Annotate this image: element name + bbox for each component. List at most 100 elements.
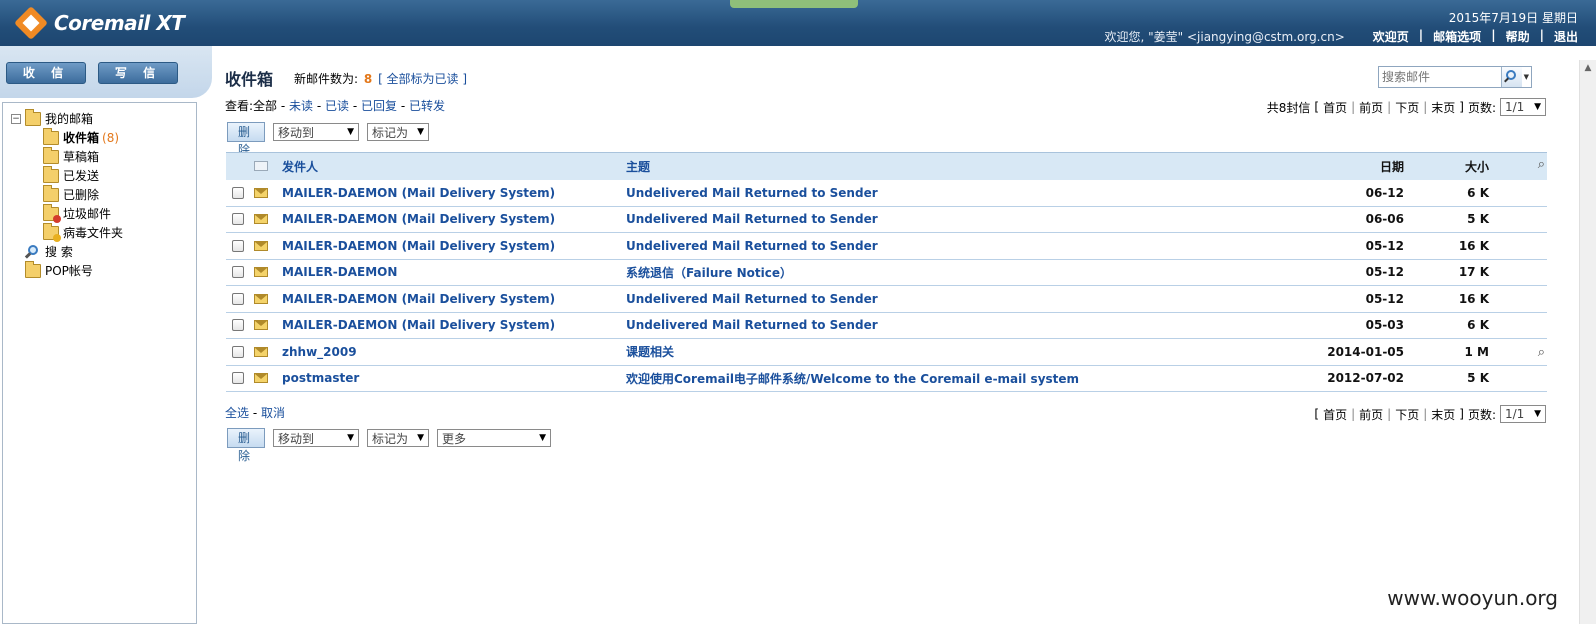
folder-tree: − 我的邮箱 收件箱 (8) 草稿箱 已发送 已删除 垃圾邮件 病毒文件夹 搜 … [11, 108, 124, 280]
delete-button[interactable]: 删 除 [227, 122, 265, 157]
row-subject[interactable]: 欢迎使用Coremail电子邮件系统/Welcome to the Corema… [626, 370, 1196, 387]
row-subject[interactable]: 课题相关 [626, 343, 1196, 360]
row-checkbox[interactable] [232, 319, 244, 332]
table-row[interactable]: MAILER-DAEMON 系统退信（Failure Notice） 05-12 17… [226, 260, 1547, 286]
row-checkbox[interactable] [232, 372, 244, 385]
mark-as-select[interactable]: 标记为 ▼ [367, 123, 429, 141]
row-sender[interactable]: MAILER-DAEMON (Mail Delivery System) [282, 318, 626, 332]
sidebar-item-search[interactable]: 搜 索 [24, 242, 123, 261]
row-checkbox[interactable] [232, 292, 244, 305]
nav-welcome-page[interactable]: 欢迎页 [1373, 28, 1409, 45]
row-sender[interactable]: MAILER-DAEMON (Mail Delivery System) [282, 212, 626, 226]
filter-read[interactable]: 已读 [325, 99, 349, 113]
row-sender[interactable]: MAILER-DAEMON (Mail Delivery System) [282, 239, 626, 253]
sidebar-item-pop[interactable]: POP帐号 [25, 260, 123, 280]
column-from[interactable]: 发件人 [282, 158, 626, 175]
row-sender[interactable]: postmaster [282, 371, 626, 385]
pager-bottom: [ 首页 | 前页 | 下页 | 末页 ] 页数: 1/1 ▼ [1314, 405, 1546, 423]
receive-mail-button[interactable]: 收 信 [6, 62, 86, 84]
row-checkbox[interactable] [232, 345, 244, 358]
first-page-link[interactable]: 首页 [1323, 406, 1347, 423]
next-page-link[interactable]: 下页 [1395, 99, 1419, 116]
row-sender[interactable]: zhhw_2009 [282, 345, 626, 359]
page-select[interactable]: 1/1 ▼ [1500, 98, 1546, 116]
sidebar-item-spam[interactable]: 垃圾邮件 [43, 203, 123, 223]
row-checkbox[interactable] [232, 266, 244, 279]
vertical-scrollbar[interactable]: ▲ [1579, 60, 1596, 624]
envelope-icon [254, 267, 268, 278]
column-date[interactable]: 日期 [1196, 158, 1404, 175]
view-filter: 查看:全部 - 未读 - 已读 - 已回复 - 已转发 [225, 99, 445, 113]
page-select[interactable]: 1/1 ▼ [1500, 405, 1546, 423]
table-row[interactable]: MAILER-DAEMON (Mail Delivery System) Unde… [226, 313, 1547, 339]
row-checkbox[interactable] [232, 239, 244, 252]
sidebar-item-label: 已发送 [63, 169, 100, 183]
envelope-icon [254, 187, 268, 198]
scroll-up-icon[interactable]: ▲ [1580, 60, 1596, 76]
envelope-icon [254, 346, 268, 357]
row-subject[interactable]: Undelivered Mail Returned to Sender [626, 292, 1196, 306]
search-button[interactable] [1501, 67, 1522, 87]
search-input[interactable] [1379, 67, 1501, 87]
row-subject[interactable]: Undelivered Mail Returned to Sender [626, 186, 1196, 200]
table-row[interactable]: zhhw_2009 课题相关 2014-01-05 1 M ⌕ [226, 339, 1547, 366]
sidebar-item-deleted[interactable]: 已删除 [43, 184, 123, 204]
cancel-selection-link[interactable]: 取消 [261, 406, 285, 420]
row-subject[interactable]: 系统退信（Failure Notice） [626, 264, 1196, 281]
envelope-icon [254, 320, 268, 331]
column-size[interactable]: 大小 [1404, 158, 1489, 175]
current-date: 2015年7月19日 星期日 [1448, 11, 1578, 25]
sidebar-item-label: 搜 索 [45, 245, 73, 259]
delete-button[interactable]: 删 除 [227, 428, 265, 463]
last-page-link[interactable]: 末页 [1431, 99, 1455, 116]
row-sender[interactable]: MAILER-DAEMON (Mail Delivery System) [282, 292, 626, 306]
collapse-icon[interactable]: − [11, 113, 21, 124]
row-subject[interactable]: Undelivered Mail Returned to Sender [626, 318, 1196, 332]
table-row[interactable]: MAILER-DAEMON (Mail Delivery System) Unde… [226, 286, 1547, 313]
table-row[interactable]: MAILER-DAEMON (Mail Delivery System) Unde… [226, 233, 1547, 260]
table-row[interactable]: postmaster 欢迎使用Coremail电子邮件系统/Welcome to … [226, 366, 1547, 392]
row-subject[interactable]: Undelivered Mail Returned to Sender [626, 239, 1196, 253]
watermark: www.wooyun.org [1387, 586, 1558, 610]
first-page-link[interactable]: 首页 [1323, 99, 1347, 116]
row-size: 16 K [1458, 238, 1489, 253]
mark-as-select[interactable]: 标记为 ▼ [367, 429, 429, 447]
column-subject[interactable]: 主题 [626, 158, 1196, 175]
row-subject[interactable]: Undelivered Mail Returned to Sender [626, 212, 1196, 226]
select-all-link[interactable]: 全选 [225, 406, 249, 420]
more-actions-select[interactable]: 更多 ▼ [437, 429, 551, 447]
move-to-select[interactable]: 移动到 ▼ [273, 429, 359, 447]
next-page-link[interactable]: 下页 [1395, 406, 1419, 423]
tree-root-mailbox[interactable]: − 我的邮箱 [11, 108, 123, 128]
row-sender[interactable]: MAILER-DAEMON (Mail Delivery System) [282, 186, 626, 200]
sidebar-item-inbox[interactable]: 收件箱 (8) [43, 127, 123, 147]
sidebar-item-label: 病毒文件夹 [63, 226, 124, 240]
filter-forwarded[interactable]: 已转发 [409, 99, 445, 113]
row-date: 06-12 [1365, 185, 1404, 200]
mark-all-read-link[interactable]: [ 全部标为已读 ] [378, 72, 467, 86]
sidebar-item-virus[interactable]: 病毒文件夹 [43, 222, 124, 242]
table-row[interactable]: MAILER-DAEMON (Mail Delivery System) Unde… [226, 207, 1547, 233]
move-to-select[interactable]: 移动到 ▼ [273, 123, 359, 141]
sidebar-item-drafts[interactable]: 草稿箱 [43, 146, 123, 166]
sidebar-item-sent[interactable]: 已发送 [43, 165, 123, 185]
envelope-icon [254, 240, 268, 251]
table-row[interactable]: MAILER-DAEMON (Mail Delivery System) Unde… [226, 180, 1547, 207]
compose-button[interactable]: 写 信 [98, 62, 178, 84]
filter-all[interactable]: 全部 [253, 99, 277, 113]
filter-unread[interactable]: 未读 [289, 99, 313, 113]
search-dropdown-icon[interactable]: ▼ [1522, 73, 1531, 81]
row-size: 1 M [1464, 344, 1489, 359]
prev-page-link[interactable]: 前页 [1359, 406, 1383, 423]
nav-logout[interactable]: 退出 [1554, 28, 1578, 45]
prev-page-link[interactable]: 前页 [1359, 99, 1383, 116]
row-checkbox[interactable] [232, 186, 244, 199]
row-sender[interactable]: MAILER-DAEMON [282, 265, 626, 279]
filter-replied[interactable]: 已回复 [361, 99, 397, 113]
nav-mailbox-options[interactable]: 邮箱选项 [1433, 28, 1481, 45]
mail-list: 发件人 主题 日期 大小 ⌕ MAILER-DAEMON (Mail Deliv… [226, 152, 1547, 392]
last-page-link[interactable]: 末页 [1431, 406, 1455, 423]
nav-help[interactable]: 帮助 [1506, 28, 1530, 45]
app-logo[interactable]: Coremail XT [14, 6, 185, 40]
row-checkbox[interactable] [232, 213, 244, 226]
